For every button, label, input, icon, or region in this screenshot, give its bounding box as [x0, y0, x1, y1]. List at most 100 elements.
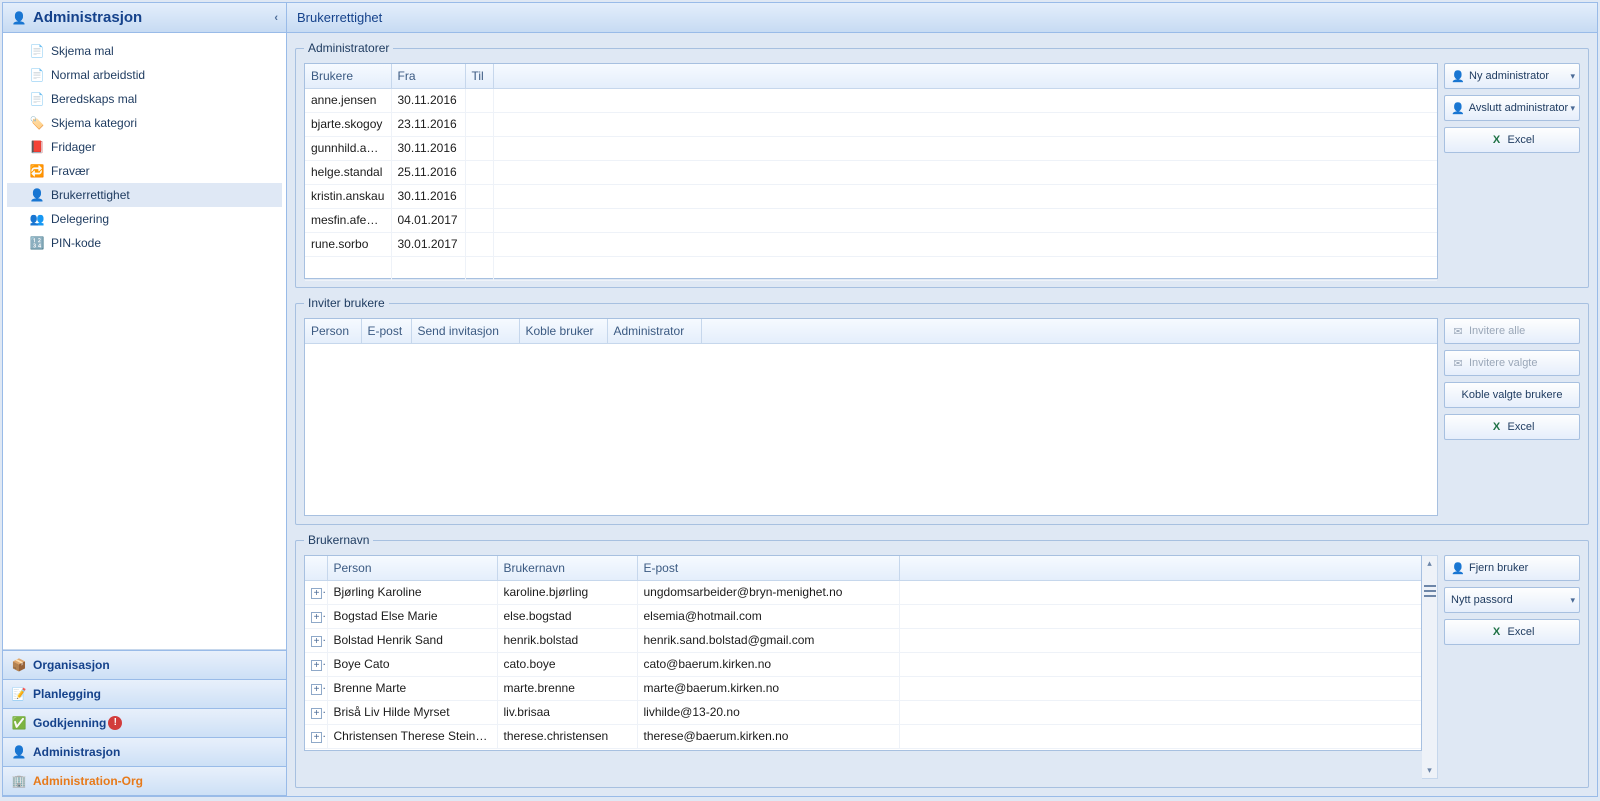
table-row-empty	[305, 256, 1437, 280]
vertical-scrollbar[interactable]: ▴ ▾	[1422, 555, 1438, 779]
cell-from: 30.11.2016	[391, 184, 465, 208]
tree-item-5[interactable]: 🔁Fravær	[7, 159, 282, 183]
cell-user: mesfin.afewerk	[305, 208, 391, 232]
sidebar-header: 👤 Administrasjon ‹	[3, 3, 286, 33]
cell-from: 30.01.2017	[391, 232, 465, 256]
cell-user: helge.standal	[305, 160, 391, 184]
table-row[interactable]: +Brenne Martemarte.brennemarte@baerum.ki…	[305, 676, 1421, 700]
cell-email: therese@baerum.kirken.no	[637, 724, 899, 748]
col-person[interactable]: Person	[327, 556, 497, 580]
scroll-down-icon[interactable]: ▾	[1427, 763, 1432, 778]
expand-icon[interactable]: +	[311, 588, 322, 599]
table-row[interactable]: rune.sorbo30.01.2017	[305, 232, 1437, 256]
col-person[interactable]: Person	[305, 319, 361, 343]
expand-icon[interactable]: +	[311, 660, 322, 671]
table-row[interactable]: +Briså Liv Hilde Myrsetliv.brisaalivhild…	[305, 700, 1421, 724]
expand-icon[interactable]: +	[311, 612, 322, 623]
table-row[interactable]: kristin.anskau30.11.2016	[305, 184, 1437, 208]
new-admin-button[interactable]: 👤 Ny administrator ▾	[1444, 63, 1580, 89]
expand-icon[interactable]: +	[311, 732, 322, 743]
tree-item-7[interactable]: 👥Delegering	[7, 207, 282, 231]
remove-user-button[interactable]: 👤 Fjern bruker	[1444, 555, 1580, 581]
table-row[interactable]: helge.standal25.11.2016	[305, 160, 1437, 184]
col-til[interactable]: Til	[465, 64, 493, 88]
expander-cell: +	[305, 724, 327, 748]
accordion: 📦Organisasjon📝Planlegging✅Godkjenning!👤A…	[3, 650, 286, 796]
col-send[interactable]: Send invitasjon	[411, 319, 519, 343]
table-row[interactable]: anne.jensen30.11.2016	[305, 88, 1437, 112]
accordion-label: Organisasjon	[33, 658, 110, 672]
col-brukere[interactable]: Brukere	[305, 64, 391, 88]
tree-item-6[interactable]: 👤Brukerrettighet	[7, 183, 282, 207]
cell-username: henrik.bolstad	[497, 628, 637, 652]
col-epost[interactable]: E-post	[361, 319, 411, 343]
tree-item-icon: 📄	[29, 43, 45, 59]
cell-from: 04.01.2017	[391, 208, 465, 232]
col-brukernavn[interactable]: Brukernavn	[497, 556, 637, 580]
table-row[interactable]: +Bogstad Else Marieelse.bogstadelsemia@h…	[305, 604, 1421, 628]
cell-person: Briså Liv Hilde Myrset	[327, 700, 497, 724]
invite-excel-button[interactable]: X Excel	[1444, 414, 1580, 440]
table-row[interactable]: gunnhild.anda30.11.2016	[305, 136, 1437, 160]
table-row[interactable]: +Boye Catocato.boyecato@baerum.kirken.no	[305, 652, 1421, 676]
end-admin-button[interactable]: 👤 Avslutt administrator ▾	[1444, 95, 1580, 121]
table-row[interactable]: mesfin.afewerk04.01.2017	[305, 208, 1437, 232]
expand-icon[interactable]: +	[311, 636, 322, 647]
col-fra[interactable]: Fra	[391, 64, 465, 88]
sidebar-collapse-icon[interactable]: ‹	[274, 12, 278, 24]
user-minus-icon: 👤	[1451, 102, 1465, 115]
tree-item-0[interactable]: 📄Skjema mal	[7, 39, 282, 63]
col-expander-header	[305, 556, 327, 580]
invite-all-button[interactable]: ✉ Invitere alle	[1444, 318, 1580, 344]
accordion-item-3[interactable]: 👤Administrasjon	[3, 738, 286, 767]
accordion-label: Administrasjon	[33, 745, 120, 759]
invite-selected-button[interactable]: ✉ Invitere valgte	[1444, 350, 1580, 376]
cell-person: Brenne Marte	[327, 676, 497, 700]
tree-item-label: Beredskaps mal	[51, 92, 137, 106]
admin-grid: Brukere Fra Til anne.jensen30.11.2016bja…	[304, 63, 1438, 279]
table-row[interactable]: bjarte.skogoy23.11.2016	[305, 112, 1437, 136]
cell-username: therese.christensen	[497, 724, 637, 748]
tree-item-label: Skjema kategori	[51, 116, 137, 130]
tree-item-4[interactable]: 📕Fridager	[7, 135, 282, 159]
table-row[interactable]: +Christensen Therese Steinnestherese.chr…	[305, 724, 1421, 748]
user-plus-icon: 👤	[1451, 70, 1465, 83]
cell-person: Bjørling Karoline	[327, 580, 497, 604]
row-menu-icon[interactable]	[1424, 585, 1436, 597]
tree-item-1[interactable]: 📄Normal arbeidstid	[7, 63, 282, 87]
cell-email: henrik.sand.bolstad@gmail.com	[637, 628, 899, 652]
col-epost[interactable]: E-post	[637, 556, 899, 580]
tree-item-2[interactable]: 📄Beredskaps mal	[7, 87, 282, 111]
expand-icon[interactable]: +	[311, 684, 322, 695]
cell-from: 30.11.2016	[391, 136, 465, 160]
cell-to	[465, 88, 493, 112]
col-koble[interactable]: Koble bruker	[519, 319, 607, 343]
page-title: Brukerrettighet	[297, 10, 382, 25]
scroll-up-icon[interactable]: ▴	[1427, 556, 1432, 571]
accordion-item-0[interactable]: 📦Organisasjon	[3, 651, 286, 680]
admin-table: Brukere Fra Til anne.jensen30.11.2016bja…	[305, 64, 1437, 281]
accordion-item-2[interactable]: ✅Godkjenning!	[3, 709, 286, 738]
table-row[interactable]: +Bjørling Karolinekaroline.bjørlingungdo…	[305, 580, 1421, 604]
expand-icon[interactable]: +	[311, 708, 322, 719]
cell-user: gunnhild.anda	[305, 136, 391, 160]
expander-cell: +	[305, 628, 327, 652]
accordion-item-1[interactable]: 📝Planlegging	[3, 680, 286, 709]
user-minus-icon: 👤	[1451, 562, 1465, 575]
chevron-down-icon: ▾	[1570, 595, 1575, 606]
new-password-button[interactable]: Nytt passord ▾	[1444, 587, 1580, 613]
excel-icon: X	[1490, 421, 1504, 433]
col-admin[interactable]: Administrator	[607, 319, 701, 343]
link-selected-button[interactable]: Koble valgte brukere	[1444, 382, 1580, 408]
cell-user: anne.jensen	[305, 88, 391, 112]
accordion-item-4[interactable]: 🏢Administration-Org	[3, 767, 286, 796]
expander-cell: +	[305, 604, 327, 628]
panel-invite-legend: Inviter brukere	[304, 296, 389, 310]
usernames-excel-button[interactable]: X Excel	[1444, 619, 1580, 645]
table-row[interactable]: +Bolstad Henrik Sandhenrik.bolstadhenrik…	[305, 628, 1421, 652]
cell-email: ungdomsarbeider@bryn-menighet.no	[637, 580, 899, 604]
tree-item-3[interactable]: 🏷️ Skjema kategori	[7, 111, 282, 135]
tree-item-icon: 🏷️	[29, 115, 45, 131]
admin-excel-button[interactable]: X Excel	[1444, 127, 1580, 153]
tree-item-8[interactable]: 🔢PIN-kode	[7, 231, 282, 255]
